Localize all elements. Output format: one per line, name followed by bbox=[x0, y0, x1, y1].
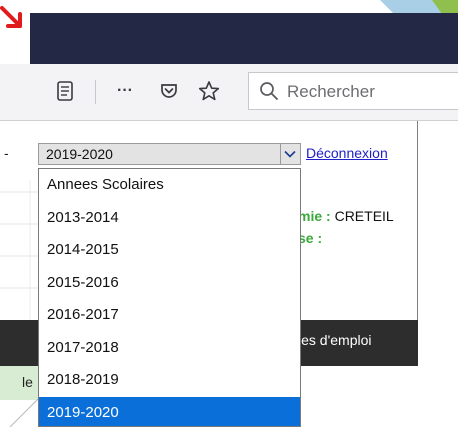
dropdown-option[interactable]: 2014-2015 bbox=[39, 234, 300, 267]
browser-toolbar: ··· Rechercher bbox=[0, 64, 458, 121]
dropdown-option[interactable]: 2019-2020 bbox=[39, 396, 300, 426]
info-line-school: se : bbox=[298, 230, 322, 246]
star-icon bbox=[198, 81, 220, 101]
toolbar-separator bbox=[95, 80, 96, 104]
reader-view-icon bbox=[57, 81, 73, 101]
menu-item-schedules[interactable]: les d'emploi bbox=[298, 332, 372, 348]
background-table bbox=[0, 180, 38, 320]
select-value: 2019-2020 bbox=[46, 146, 113, 162]
pocket-icon bbox=[161, 84, 177, 98]
chevron-down-icon bbox=[284, 150, 296, 158]
dropdown-option[interactable]: Annees Scolaires bbox=[39, 169, 300, 202]
dropdown-option[interactable]: 2015-2016 bbox=[39, 267, 300, 300]
dropdown-option[interactable]: 2017-2018 bbox=[39, 332, 300, 365]
reader-view-button[interactable] bbox=[52, 78, 78, 104]
school-year-select[interactable]: 2019-2020 bbox=[38, 143, 301, 165]
bookmark-button[interactable] bbox=[196, 78, 222, 104]
school-year-dropdown-list[interactable]: Annees Scolaires 2013-2014 2014-2015 2015-2… bbox=[38, 168, 301, 427]
screenshot: ··· Rechercher - 2019-2020 Déconnexion m… bbox=[0, 0, 458, 427]
logout-link[interactable]: Déconnexion bbox=[306, 145, 388, 161]
search-input[interactable]: Rechercher bbox=[248, 72, 458, 110]
info-value: CRETEIL bbox=[334, 208, 394, 224]
info-label: se : bbox=[298, 230, 323, 246]
red-arrow-icon bbox=[0, 6, 22, 28]
search-placeholder: Rechercher bbox=[287, 82, 375, 101]
more-button[interactable]: ··· bbox=[112, 78, 138, 104]
info-line-academy: mie : CRETEIL bbox=[298, 208, 394, 224]
green-row-text: le bbox=[22, 374, 33, 390]
decorative-shape bbox=[380, 0, 458, 14]
dropdown-option[interactable]: 2016-2017 bbox=[39, 299, 300, 332]
select-arrow-button[interactable] bbox=[280, 144, 300, 164]
separator-dash: - bbox=[4, 145, 9, 161]
info-label: mie : bbox=[298, 208, 335, 224]
search-icon bbox=[260, 82, 278, 100]
dropdown-option[interactable]: 2018-2019 bbox=[39, 364, 300, 397]
dropdown-option[interactable]: 2013-2014 bbox=[39, 202, 300, 235]
more-icon: ··· bbox=[117, 82, 133, 99]
pocket-button[interactable] bbox=[156, 78, 182, 104]
window-title-bar bbox=[30, 13, 458, 64]
